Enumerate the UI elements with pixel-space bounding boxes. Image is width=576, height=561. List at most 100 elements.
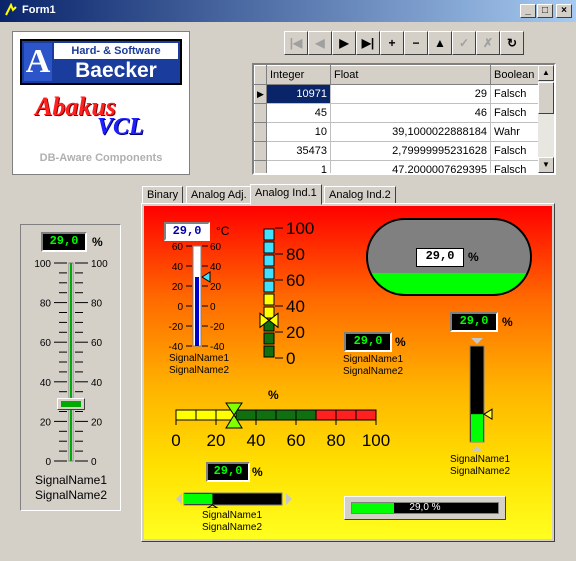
progress-frame: 29,0 % [344,496,506,520]
scroll-up-icon[interactable]: ▲ [538,65,554,81]
grid-cell[interactable]: 47,2000007629395 [330,160,491,173]
logo-letter: A [24,43,52,81]
vmeter-pointer [483,408,493,421]
grid-cell[interactable]: 1 [266,160,331,173]
nav-first-button[interactable]: |◀ [284,31,308,55]
logo-line2: Baecker [75,59,157,82]
nav-refresh-button[interactable]: ↻ [500,31,524,55]
tab-analog-adj[interactable]: Analog Adj. [186,186,252,204]
vbar-tick-label: 100 [286,222,314,238]
small-hbar-value: 29,0 [206,462,250,482]
thermo-tick-label-right: 60 [210,242,222,253]
vbar-tick-label: 40 [286,297,305,316]
logo-tagline: DB-Aware Components [39,152,163,164]
hmeter-tick-label: 20 [207,431,226,450]
table-row[interactable]: 35473 2,79999995231628 Falsch [254,141,539,161]
grid-cell[interactable]: 10971 [266,84,331,104]
thermo-tick-label-left: -40 [169,342,184,350]
grid-cell[interactable]: 2,79999995231628 [330,141,491,161]
row-indicator-icon: ▶ [254,84,267,104]
hmeter-tick-label: 40 [247,431,266,450]
table-row[interactable]: 10 39,1000022888184 Wahr [254,122,539,142]
thermo-tick-label-right: -40 [210,342,225,350]
maximize-button[interactable]: □ [537,4,553,18]
thermo-tick-label-left: 20 [172,282,184,293]
vbar-segment [263,293,275,306]
vertical-meter-gauge [469,338,493,452]
thermometer-signal1: SignalName1 [168,353,230,364]
logo-banner: A Hard- & Software Baecker [20,39,182,85]
minimize-button[interactable]: _ [520,4,536,18]
grid-cell[interactable]: 10 [266,122,331,142]
nav-last-button[interactable]: ▶| [356,31,380,55]
row-indicator [254,103,267,123]
hmeter-tick-label: 100 [362,431,390,450]
grid-cell[interactable]: 39,1000022888184 [330,122,491,142]
small-hbar-signal2: SignalName2 [201,522,263,533]
grid-cell[interactable]: 29 [330,84,491,104]
vbar-segment [263,241,275,254]
hmeter-segment [195,409,217,421]
slider-tick-label-left: 80 [40,299,52,310]
hmeter-tick-label: 80 [327,431,346,450]
tab-analog-ind1[interactable]: Analog Ind.1 [250,184,322,205]
grid-header-integer[interactable]: Integer [266,65,331,85]
vbar-segment [263,228,275,241]
nav-edit-button[interactable]: ▲ [428,31,452,55]
center-lcd-value: 29,0 [344,332,392,352]
vbar-segment [263,332,275,345]
vmeter-unit: % [502,315,513,329]
nav-next-button[interactable]: ▶ [332,31,356,55]
vmeter-value: 29,0 [450,312,498,332]
title-bar: Form1 _ □ × [0,0,576,22]
nav-cancel-button[interactable]: ✗ [476,31,500,55]
thermometer-gauge: 60 60 40 40 20 20 0 0 -20 -20 -40 -40 [169,242,225,350]
grid-cell[interactable]: 45 [266,103,331,123]
grid-cell[interactable]: Wahr [490,122,539,142]
slider-group: 29,0 % 100 100 80 80 60 60 40 40 20 20 0 0 SignalNa… [20,224,121,511]
table-row[interactable]: 1 47,2000007629395 Falsch [254,160,539,173]
grid-cell[interactable]: Falsch [490,84,539,104]
thermometer-value: 29,0 [164,222,210,241]
table-row[interactable]: 45 46 Falsch [254,103,539,123]
vbar-tick-label: 20 [286,323,305,342]
center-lcd-signal1: SignalName1 [342,354,404,365]
thermo-tick-label-right: 0 [210,302,216,313]
tab-binary[interactable]: Binary [142,186,184,204]
hmeter-tick-label: 60 [287,431,306,450]
horizontal-meter: 0 20 40 60 80 100 [171,402,390,450]
vbar-segment [263,267,275,280]
scroll-down-icon[interactable]: ▼ [538,157,554,173]
grid-header-boolean[interactable]: Boolean [490,65,539,85]
row-indicator [254,141,267,161]
grid-cell[interactable]: 46 [330,103,491,123]
window-title: Form1 [22,4,56,16]
nav-post-button[interactable]: ✓ [452,31,476,55]
logo-line1: Hard- & Software [54,43,178,59]
grid-cell[interactable]: Falsch [490,160,539,173]
vbar-segment [263,254,275,267]
data-grid[interactable]: Integer Float Boolean ▶ 10971 29 Falsch … [252,63,556,175]
nav-delete-button[interactable]: − [404,31,428,55]
company-logo: A Hard- & Software Baecker Abakus VCL DB… [12,31,190,175]
slider-thumb[interactable] [57,397,85,410]
grid-scrollbar[interactable]: ▲ ▼ [538,65,554,173]
slider-tick-label-left: 40 [40,378,52,389]
grid-cell[interactable]: Falsch [490,141,539,161]
scroll-thumb[interactable] [538,82,554,114]
grid-cell[interactable]: 35473 [266,141,331,161]
nav-insert-button[interactable]: + [380,31,404,55]
thermometer-signal2: SignalName2 [168,365,230,376]
table-row[interactable]: ▶ 10971 29 Falsch [254,84,539,104]
grid-cell[interactable]: Falsch [490,103,539,123]
nav-prior-button[interactable]: ◀ [308,31,332,55]
indicator-area: 29,0 °C 60 60 40 40 20 20 0 0 -20 -20 -40 -40 Signa… [144,206,552,539]
slider-tick-label-right: 20 [91,417,103,428]
thermo-tick-label-right: 40 [210,262,222,273]
tank-unit: % [468,250,479,264]
center-lcd-signal2: SignalName2 [342,366,404,377]
tab-analog-ind2[interactable]: Analog Ind.2 [324,186,396,204]
close-button[interactable]: × [556,4,572,18]
grid-header-float[interactable]: Float [330,65,491,85]
thermo-tick-label-right: 20 [210,282,222,293]
